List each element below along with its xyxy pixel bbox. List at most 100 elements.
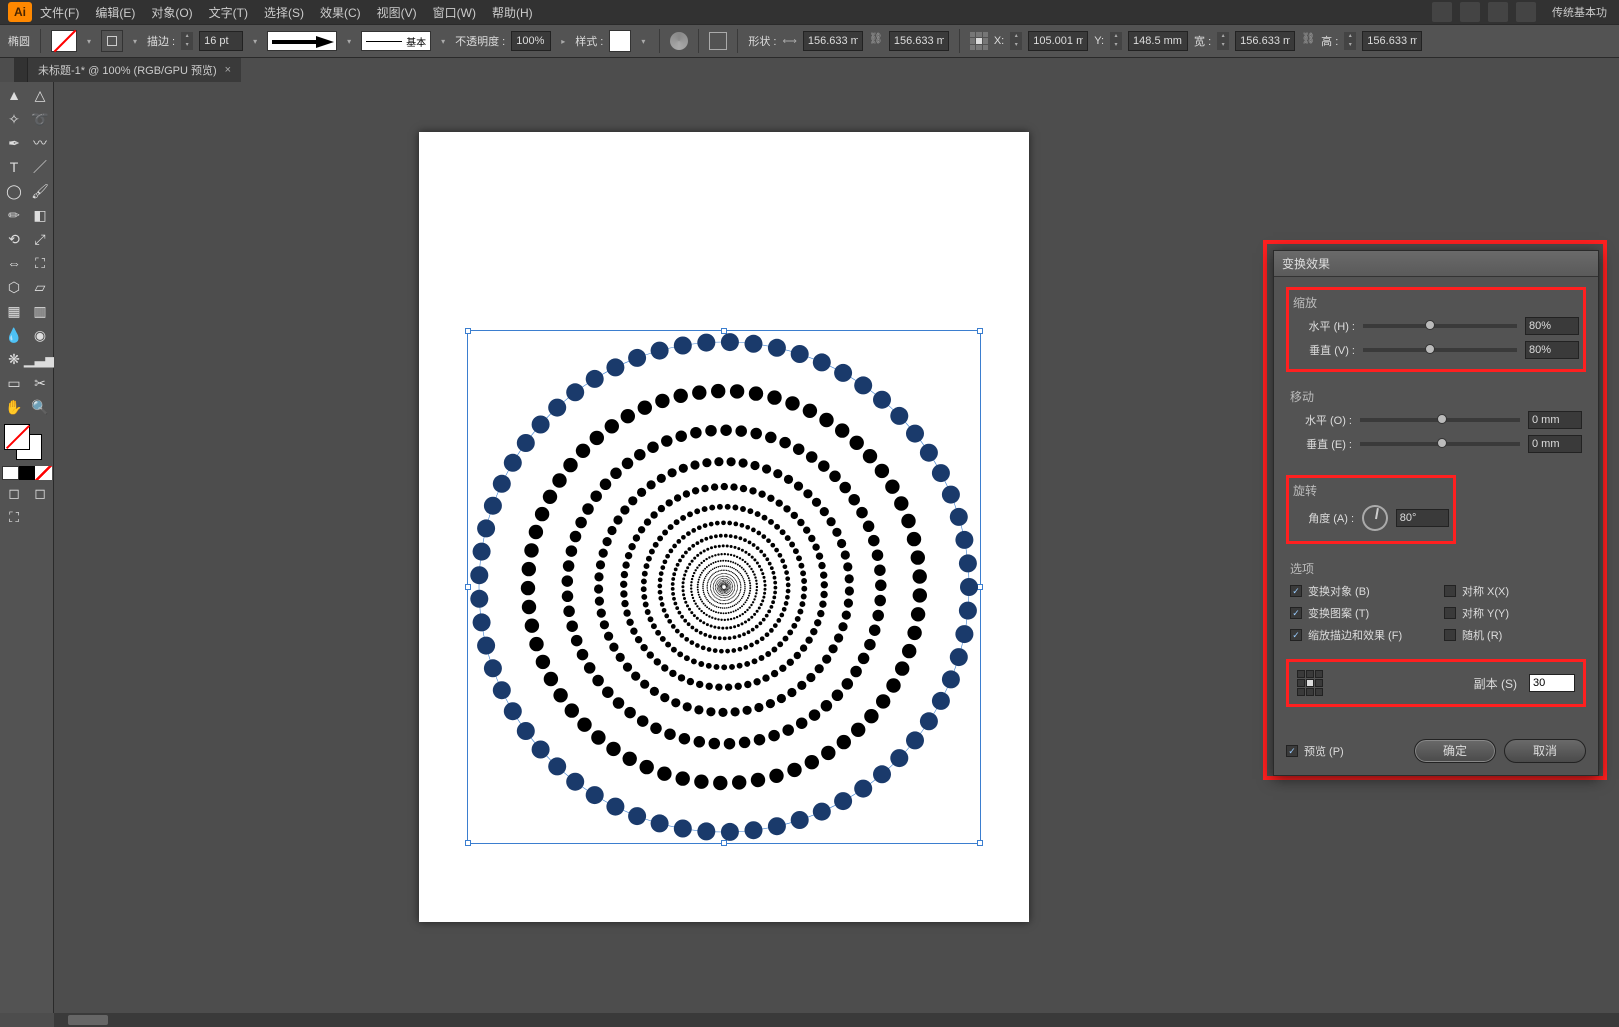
recolor-icon[interactable] (670, 32, 688, 50)
color-mode-row[interactable] (2, 466, 52, 480)
line-tool[interactable]: ／ (28, 156, 52, 178)
shape-w-input[interactable] (803, 31, 863, 51)
angle-value[interactable]: 80° (1396, 509, 1449, 527)
menu-type[interactable]: 文字(T) (201, 0, 256, 25)
y-stepper[interactable]: ▴▾ (1110, 32, 1122, 50)
scale-tool[interactable]: ⤢ (28, 228, 52, 250)
pen-tool[interactable]: ✒ (2, 132, 26, 154)
draw-normal[interactable]: ◻ (2, 482, 26, 504)
eyedropper-tool[interactable]: 💧 (2, 324, 26, 346)
bridge-icon[interactable] (1432, 2, 1452, 22)
lasso-tool[interactable]: ➰ (28, 108, 52, 130)
document-tab[interactable]: 未标题-1* @ 100% (RGB/GPU 预览) × (28, 58, 241, 82)
transform-objects-checkbox[interactable]: ✓ (1290, 585, 1302, 597)
cancel-button[interactable]: 取消 (1504, 739, 1586, 763)
blend-tool[interactable]: ◉ (28, 324, 52, 346)
ellipse-tool[interactable]: ◯ (2, 180, 26, 202)
menu-edit[interactable]: 编辑(E) (87, 0, 143, 25)
x-stepper[interactable]: ▴▾ (1010, 32, 1022, 50)
x-input[interactable] (1028, 31, 1088, 51)
menu-effect[interactable]: 效果(C) (312, 0, 369, 25)
gradient-tool[interactable]: ▥ (28, 300, 52, 322)
stroke-swatch[interactable] (101, 30, 123, 52)
magic-wand-tool[interactable]: ✧ (2, 108, 26, 130)
horizontal-scrollbar[interactable] (54, 1013, 1619, 1027)
move-v-value[interactable]: 0 mm (1528, 435, 1582, 453)
y-input[interactable] (1128, 31, 1188, 51)
scale-h-value[interactable]: 80% (1525, 317, 1579, 335)
random-checkbox[interactable] (1444, 629, 1456, 641)
link-wh-icon[interactable]: ⛓ (869, 32, 883, 50)
stroke-stepper[interactable]: ▴▾ (181, 32, 193, 50)
eraser-tool[interactable]: ◧ (28, 204, 52, 226)
preview-checkbox[interactable]: ✓ (1286, 745, 1298, 757)
slice-tool[interactable]: ✂ (28, 372, 52, 394)
mesh-tool[interactable]: ▦ (2, 300, 26, 322)
transform-patterns-checkbox[interactable]: ✓ (1290, 607, 1302, 619)
free-transform-tool[interactable]: ⛶ (28, 252, 52, 274)
draw-behind[interactable]: ◻ (28, 482, 52, 504)
style-dropdown[interactable]: ▾ (637, 30, 649, 52)
rotate-tool[interactable]: ⟲ (2, 228, 26, 250)
dock-handle[interactable] (14, 58, 28, 82)
width-input[interactable] (1235, 31, 1295, 51)
artboard-tool[interactable]: ▭ (2, 372, 26, 394)
tab-close-icon[interactable]: × (225, 64, 231, 76)
transform-ref-icon[interactable] (970, 32, 988, 50)
perspective-tool[interactable]: ▱ (28, 276, 52, 298)
graph-tool[interactable]: ▁▃▅ (28, 348, 52, 370)
shape-h-input[interactable] (889, 31, 949, 51)
workspace-switcher[interactable]: 传统基本功 (1544, 4, 1615, 20)
type-tool[interactable]: T (2, 156, 26, 178)
menu-view[interactable]: 视图(V) (369, 0, 425, 25)
height-stepper[interactable]: ▴▾ (1344, 32, 1356, 50)
opacity-dropdown[interactable]: ▸ (557, 30, 569, 52)
scale-v-slider[interactable] (1363, 348, 1517, 352)
opacity-input[interactable] (511, 31, 551, 51)
height-input[interactable] (1362, 31, 1422, 51)
arrange-icon[interactable] (1488, 2, 1508, 22)
symbol-sprayer-tool[interactable]: ❋ (2, 348, 26, 370)
brush-basic-dropdown[interactable]: ▾ (437, 30, 449, 52)
fill-dropdown[interactable]: ▾ (83, 30, 95, 52)
move-h-slider[interactable] (1360, 418, 1520, 422)
paintbrush-tool[interactable]: 🖌 (28, 180, 52, 202)
scale-strokes-checkbox[interactable]: ✓ (1290, 629, 1302, 641)
angle-widget[interactable] (1362, 505, 1388, 531)
zoom-tool[interactable]: 🔍 (28, 396, 52, 418)
stroke-weight-input[interactable] (199, 31, 243, 51)
width-tool[interactable]: ⇔ (2, 252, 26, 274)
selection-tool[interactable]: ▲ (2, 84, 26, 106)
reflect-y-checkbox[interactable] (1444, 607, 1456, 619)
link-size-icon[interactable]: ⛓ (1301, 32, 1315, 50)
gpu-icon[interactable] (1516, 2, 1536, 22)
direct-selection-tool[interactable]: △ (28, 84, 52, 106)
menu-object[interactable]: 对象(O) (143, 0, 200, 25)
shaper-tool[interactable]: ✏ (2, 204, 26, 226)
copies-input[interactable]: 30 (1529, 674, 1575, 692)
brush-dropdown[interactable]: ▾ (343, 30, 355, 52)
scale-v-value[interactable]: 80% (1525, 341, 1579, 359)
menu-select[interactable]: 选择(S) (256, 0, 312, 25)
spiral-artwork[interactable] (469, 332, 979, 842)
shape-builder-tool[interactable]: ⬡ (2, 276, 26, 298)
menu-window[interactable]: 窗口(W) (425, 0, 484, 25)
fill-stroke-swatch[interactable] (2, 424, 52, 464)
brush-basic[interactable]: 基本 (361, 31, 431, 51)
stroke-dropdown[interactable]: ▾ (129, 30, 141, 52)
fill-swatch[interactable] (51, 30, 77, 52)
screen-mode-toggle[interactable]: ⛶ (2, 506, 26, 528)
brush-arrow[interactable] (267, 31, 337, 51)
menu-file[interactable]: 文件(F) (32, 0, 87, 25)
move-v-slider[interactable] (1360, 442, 1520, 446)
ok-button[interactable]: 确定 (1414, 739, 1496, 763)
width-stepper[interactable]: ▴▾ (1217, 32, 1229, 50)
move-h-value[interactable]: 0 mm (1528, 411, 1582, 429)
scale-h-slider[interactable] (1363, 324, 1517, 328)
align-icon[interactable] (709, 32, 727, 50)
reference-point-grid[interactable] (1297, 670, 1323, 696)
menu-help[interactable]: 帮助(H) (484, 0, 541, 25)
hand-tool[interactable]: ✋ (2, 396, 26, 418)
canvas[interactable]: 变换效果 缩放 水平 (H) : 80% 垂直 (V) : 80% (54, 82, 1619, 1013)
stock-icon[interactable] (1460, 2, 1480, 22)
